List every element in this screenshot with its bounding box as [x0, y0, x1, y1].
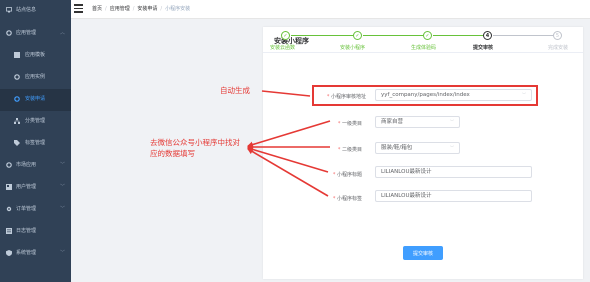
arrow-to-tag — [247, 148, 329, 197]
arrow-to-title — [247, 146, 329, 173]
arrow-to-category1 — [247, 120, 331, 148]
annotation-arrows — [247, 90, 331, 197]
arrow-auto-generate — [261, 90, 311, 97]
